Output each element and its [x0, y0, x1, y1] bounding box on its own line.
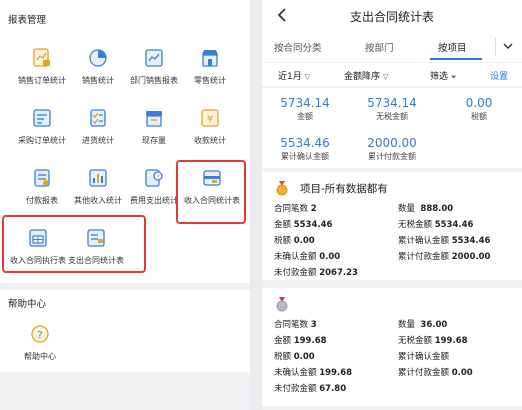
menu-department-sales-report[interactable]: 部门销售报表	[122, 48, 186, 100]
confirmed-total: 累计确认金额 5534.46	[398, 236, 491, 246]
help-question-icon: ?	[31, 325, 49, 343]
report-menu-panel: 报表管理 销售订单统计 销售统计 部门销售报表 零售统计 采购订单统计 进货统计	[0, 0, 250, 410]
chevron-down-icon: ▽	[382, 73, 389, 81]
tab-divider	[495, 38, 496, 56]
tax: 税额 0.00	[274, 236, 315, 246]
checklist-icon	[90, 109, 106, 127]
section-title-report-management: 报表管理	[8, 15, 47, 26]
expense-icon: ¥	[145, 169, 163, 187]
project-card[interactable]: 合同笔数 3 数量 36.00 金额 199.68 无税金额 199.68 税额…	[262, 288, 522, 406]
grouping-tabs: 按合同分类 按部门 按项目	[262, 32, 522, 62]
menu-help-center[interactable]: ? 帮助中心	[8, 324, 72, 376]
summary-amount: 5734.14 金额	[280, 96, 330, 121]
sort-filter[interactable]: 金额降序 ▽	[344, 69, 388, 82]
contract-count: 合同笔数 2	[274, 204, 317, 214]
quantity: 数量 888.00	[398, 204, 454, 214]
tax: 税额 0.00	[274, 352, 315, 362]
summary-tax: 0.00 税额	[465, 96, 493, 121]
section-title-help-center: 帮助中心	[8, 299, 47, 310]
help-center-card: 帮助中心 ? 帮助中心	[0, 290, 250, 372]
top-bar: 支出合同统计表	[262, 0, 522, 32]
paid-total: 累计付款金额 2000.00	[398, 252, 491, 262]
highlight-box-contract-reports	[2, 215, 146, 273]
bar-chart-icon	[89, 169, 107, 187]
active-tab-underline	[430, 58, 482, 60]
summary-paid-total: 2000.00 累计付款金额	[367, 136, 417, 161]
gold-medal-icon	[276, 181, 288, 196]
svg-text:?: ?	[37, 330, 42, 341]
yen-receipt-icon: ¥	[201, 109, 219, 127]
funnel-icon: ⏷	[450, 73, 457, 81]
menu-other-income-stats[interactable]: 其他收入统计	[66, 168, 130, 220]
filter-bar: 近1月 ▽ 金额降序 ▽ 筛选 ⏷ 设置	[262, 62, 522, 86]
retail-shop-icon	[202, 50, 218, 67]
purchase-order-icon	[33, 109, 51, 127]
project-header: 项目-所有数据都有	[274, 180, 514, 196]
department-report-icon	[145, 49, 163, 67]
amount: 金额 199.68	[274, 336, 327, 346]
pie-chart-icon	[89, 49, 107, 67]
filter-button[interactable]: 筛选 ⏷	[430, 69, 457, 82]
menu-sales-order-stats[interactable]: 销售订单统计	[10, 48, 74, 100]
highlight-box-income-contract	[176, 160, 246, 224]
confirmed-total: 累计确认金额	[398, 352, 450, 362]
settings-button[interactable]: 设置	[490, 69, 508, 82]
summary-panel: 5734.14 金额 5734.14 无税金额 0.00 税额 5534.46 …	[262, 88, 522, 168]
unpaid-amount: 未付款金额 67.80	[274, 384, 347, 394]
report-management-card: 报表管理 销售订单统计 销售统计 部门销售报表 零售统计 采购订单统计 进货统计	[0, 0, 250, 283]
menu-retail-stats[interactable]: 零售统计	[178, 48, 242, 100]
menu-purchase-order-stats[interactable]: 采购订单统计	[10, 108, 74, 160]
unconfirmed-amount: 未确认金额 0.00	[274, 252, 341, 262]
menu-receipt-stats[interactable]: ¥ 收款统计	[178, 108, 242, 160]
tab-by-contract-category[interactable]: 按合同分类	[274, 40, 322, 54]
menu-payment-report[interactable]: 付款报表	[10, 168, 74, 220]
svg-text:¥: ¥	[156, 174, 160, 181]
menu-sales-stats[interactable]: 销售统计	[66, 48, 130, 100]
summary-confirmed-total: 5534.46 累计确认金额	[280, 136, 330, 161]
paid-total: 累计付款金额 0.00	[398, 368, 473, 378]
amount: 金额 5534.46	[274, 220, 333, 230]
page-title: 支出合同统计表	[349, 10, 434, 24]
sales-order-icon	[33, 48, 50, 67]
expense-contract-stats-screen: 支出合同统计表 按合同分类 按部门 按项目 近1月 ▽ 金额降序 ▽ 筛选 ⏷ …	[262, 0, 522, 410]
menu-purchase-stats[interactable]: 进货统计	[66, 108, 130, 160]
chevron-down-icon: ▽	[304, 73, 310, 81]
project-header	[274, 296, 514, 312]
inventory-icon	[146, 111, 162, 127]
contract-count: 合同笔数 3	[274, 320, 317, 330]
amount-ex-tax: 无税金额 199.68	[398, 336, 468, 346]
quantity: 数量 36.00	[398, 320, 448, 330]
amount-ex-tax: 无税金额 5534.46	[398, 220, 474, 230]
project-title: 项目-所有数据都有	[300, 183, 388, 195]
tab-by-project[interactable]: 按项目	[438, 40, 467, 54]
summary-amount-ex-tax: 5734.14 无税金额	[367, 96, 417, 121]
svg-text:¥: ¥	[207, 114, 213, 125]
payment-icon	[34, 169, 50, 187]
unconfirmed-amount: 未确认金额 199.68	[274, 368, 353, 378]
project-card[interactable]: 项目-所有数据都有 合同笔数 2 数量 888.00 金额 5534.46 无税…	[262, 172, 522, 280]
unpaid-amount: 未付款金额 2067.23	[274, 268, 358, 278]
silver-medal-icon	[276, 297, 288, 312]
period-filter[interactable]: 近1月 ▽	[278, 69, 310, 82]
chevron-down-icon[interactable]	[502, 40, 514, 52]
menu-inventory[interactable]: 现存量	[122, 108, 186, 160]
tab-by-department[interactable]: 按部门	[365, 40, 394, 54]
